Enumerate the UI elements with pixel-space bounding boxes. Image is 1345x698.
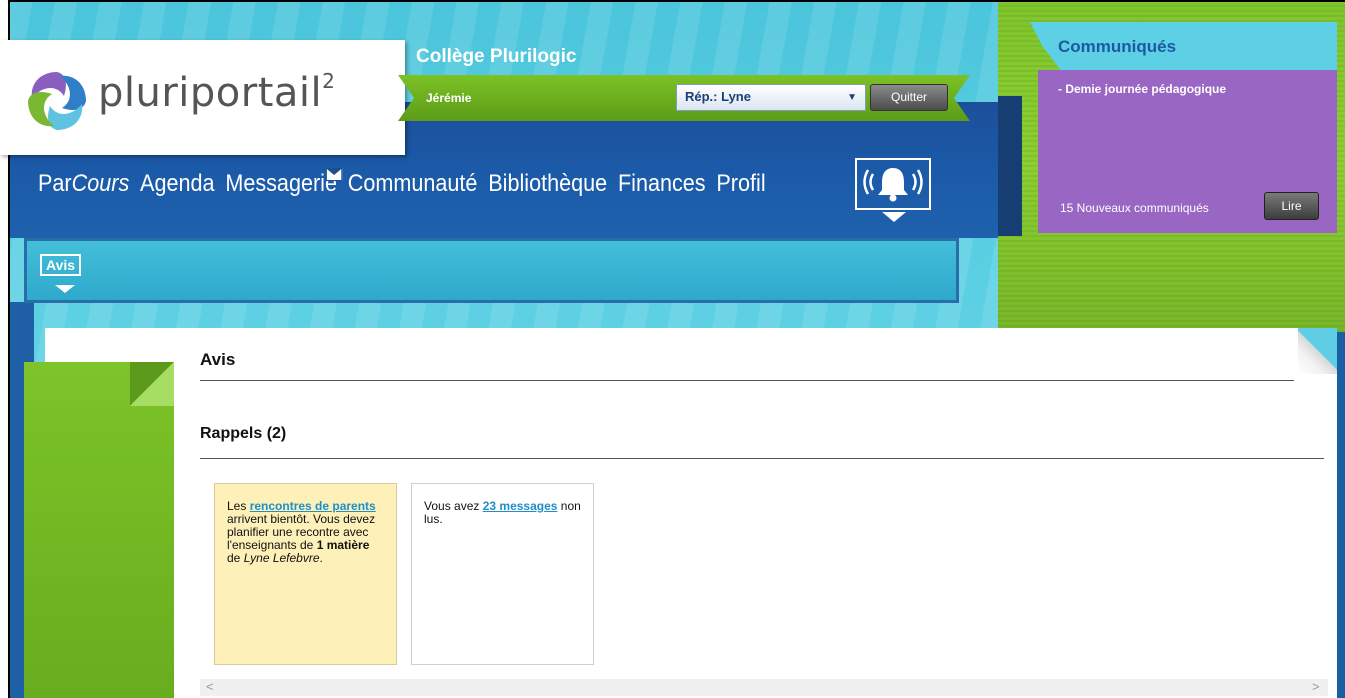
reminder-card-meetings: Les rencontres de parents arrivent bient…: [214, 483, 397, 665]
left-green-fold: [130, 362, 174, 406]
logo-wordmark: pluriportail2: [98, 68, 336, 116]
avis-tab[interactable]: Avis: [40, 254, 82, 276]
respondent-select-value: Rép.: Lyne: [685, 89, 751, 104]
mail-icon: [326, 168, 343, 181]
content-top-left: [45, 328, 175, 362]
card-text: de: [227, 551, 244, 565]
dropdown-caret-icon: ▼: [847, 92, 857, 103]
reminder-card-messages: Vous avez 23 messages non lus.: [411, 483, 594, 665]
nav-item-parcours-prefix: Par: [38, 170, 72, 197]
nav-item-communaute[interactable]: Communauté: [348, 170, 478, 198]
read-button[interactable]: Lire: [1264, 192, 1319, 220]
nav-item-agenda[interactable]: Agenda: [140, 170, 214, 198]
nav-band-edge: [998, 96, 1022, 236]
title-divider: [200, 380, 1294, 381]
section-title: Rappels (2): [200, 425, 287, 442]
school-name: Collège Plurilogic: [416, 46, 577, 67]
page-title: Avis: [200, 350, 236, 369]
left-green-panel: [24, 362, 174, 698]
card-bold-text: 1 matière: [316, 538, 370, 552]
logo-superscript: 2: [322, 68, 336, 93]
notifications-pointer: [882, 212, 906, 222]
section-divider: [200, 458, 1324, 459]
nav-item-bibliotheque[interactable]: Bibliothèque: [488, 170, 607, 198]
card-text: Les: [227, 499, 250, 513]
nav-item-finances[interactable]: Finances: [618, 170, 706, 198]
nav-item-messagerie-label: Messagerie: [225, 170, 337, 197]
communiques-count: 15 Nouveaux communiqués: [1060, 201, 1209, 215]
page-curl: [1298, 328, 1337, 374]
meetings-link[interactable]: rencontres de parents: [250, 499, 376, 513]
nav-item-messagerie[interactable]: Messagerie: [225, 168, 343, 198]
section-band: [24, 238, 959, 303]
logo-text: pluriportail: [98, 70, 323, 116]
messages-link[interactable]: 23 messages: [483, 499, 558, 513]
communiques-title: Communiqués: [1058, 37, 1177, 56]
main-nav: ParCours Agenda Messagerie Communauté Bi…: [38, 168, 776, 198]
nav-item-parcours-italic: Cours: [71, 170, 130, 197]
horizontal-scrollbar[interactable]: [200, 679, 1328, 696]
bell-icon: [863, 168, 923, 202]
user-name: Jérémie: [426, 91, 472, 105]
card-italic-text: Lyne Lefebvre: [243, 551, 320, 565]
nav-item-parcours[interactable]: ParCours: [38, 170, 129, 198]
communique-item[interactable]: - Demie journée pédagogique: [1058, 82, 1226, 96]
quit-button[interactable]: Quitter: [870, 84, 948, 111]
scroll-left-icon[interactable]: <: [206, 679, 214, 694]
scroll-right-icon[interactable]: >: [1312, 679, 1320, 694]
avis-tab-pointer: [55, 285, 75, 293]
logo-swirl-icon: [28, 72, 86, 130]
notifications-button[interactable]: [855, 158, 931, 210]
nav-item-profil[interactable]: Profil: [716, 170, 765, 198]
logo-panel[interactable]: pluriportail2: [0, 40, 405, 155]
respondent-select[interactable]: Rép.: Lyne ▼: [676, 84, 866, 111]
card-text: Vous avez: [424, 499, 483, 513]
card-text: .: [319, 551, 323, 565]
